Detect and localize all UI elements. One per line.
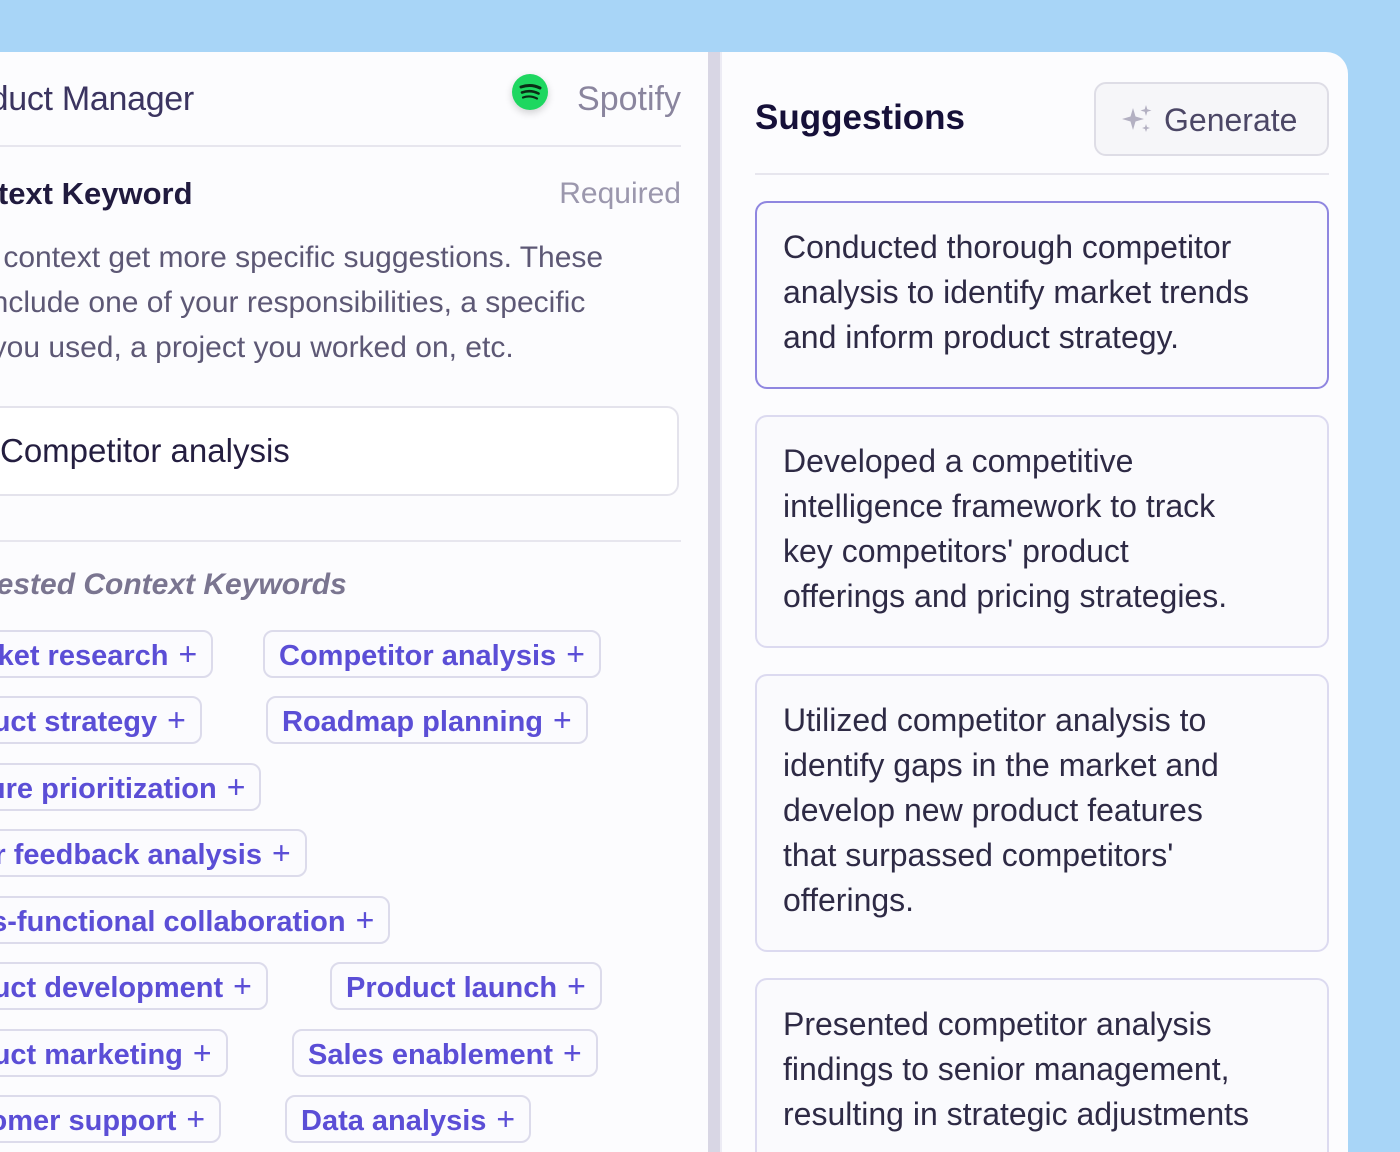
job-title: roduct Manager bbox=[0, 80, 194, 118]
keyword-chip[interactable]: ustomer support + bbox=[0, 1095, 222, 1143]
keyword-chip[interactable]: eature prioritization + bbox=[0, 763, 262, 811]
description-line: n include one of your responsibilities, … bbox=[0, 286, 586, 319]
keyword-chip-label: eature prioritization bbox=[0, 773, 217, 805]
suggestion-text-line: findings to senior management, bbox=[783, 1051, 1230, 1087]
context-keyword-label: ontext Keyword bbox=[0, 176, 193, 211]
generate-label: Generate bbox=[1164, 102, 1298, 138]
keyword-chip[interactable]: Jser feedback analysis + bbox=[0, 829, 307, 877]
suggestion-card[interactable]: Conducted thorough competitor analysis to… bbox=[755, 201, 1329, 389]
job-header: roduct Manager Spotify bbox=[0, 52, 681, 147]
plus-icon: + bbox=[192, 1035, 212, 1071]
suggestion-text-line: Developed a competitive bbox=[783, 443, 1134, 479]
context-panel: roduct Manager Spotify ontext Keyword Re… bbox=[0, 52, 681, 1152]
keyword-chip[interactable]: roduct development + bbox=[0, 962, 268, 1010]
company-name: Spotify bbox=[577, 80, 681, 118]
description-line: ter context get more specific suggestion… bbox=[0, 241, 604, 274]
resume-editor-card: roduct Manager Spotify ontext Keyword Re… bbox=[0, 52, 1348, 1152]
suggestion-text-line: identify gaps in the market and bbox=[783, 747, 1219, 783]
plus-icon: + bbox=[566, 636, 585, 672]
suggestions-panel: Suggestions Generate Conducted thorough … bbox=[722, 52, 1348, 1152]
suggestion-text-line: and inform product strategy. bbox=[783, 319, 1180, 355]
generate-button[interactable]: Generate bbox=[1094, 82, 1329, 156]
plus-icon: + bbox=[563, 1035, 582, 1071]
keyword-chip-label: Competitor analysis bbox=[279, 640, 557, 672]
suggestion-text-line: intelligence framework to track bbox=[783, 488, 1216, 524]
keyword-chip[interactable]: roduct marketing + bbox=[0, 1029, 228, 1077]
keyword-chip[interactable]: Competitor analysis + bbox=[263, 630, 601, 678]
suggestion-card[interactable]: Developed a competitive intelligence fram… bbox=[755, 415, 1329, 648]
plus-icon: + bbox=[496, 1101, 516, 1137]
keyword-chip[interactable]: Sales enablement + bbox=[292, 1029, 598, 1077]
keyword-chip-label: Sales enablement bbox=[308, 1039, 553, 1071]
suggestion-text-line: Conducted thorough competitor bbox=[783, 229, 1232, 265]
divider bbox=[0, 540, 681, 542]
sparkle-icon bbox=[1120, 103, 1154, 145]
keyword-chip[interactable]: Data analysis + bbox=[285, 1095, 532, 1143]
keyword-chip[interactable]: ross-functional collaboration + bbox=[0, 896, 391, 944]
keyword-chip-label: ustomer support bbox=[0, 1105, 177, 1137]
required-label: Required bbox=[559, 177, 681, 210]
plus-icon: + bbox=[233, 968, 252, 1004]
suggestion-text-line: key competitors' product bbox=[783, 533, 1129, 569]
divider bbox=[755, 173, 1329, 175]
context-description: ter context get more specific suggestion… bbox=[0, 235, 681, 370]
keyword-chip-label: roduct marketing bbox=[0, 1039, 183, 1071]
suggestion-text-line: offerings. bbox=[783, 882, 915, 918]
suggested-keywords-title: ggested Context Keywords bbox=[0, 568, 347, 601]
suggestion-text-line: offerings and pricing strategies. bbox=[783, 578, 1228, 614]
spotify-logo-icon bbox=[512, 74, 548, 110]
plus-icon: + bbox=[355, 902, 375, 938]
suggestion-card[interactable]: Presented competitor analysis findings to… bbox=[755, 978, 1329, 1152]
suggestion-text-line: resulting in strategic adjustments bbox=[783, 1096, 1249, 1132]
keyword-chip-label: Product launch bbox=[346, 972, 558, 1004]
plus-icon: + bbox=[186, 1101, 206, 1137]
keyword-chip-label: roduct development bbox=[0, 972, 224, 1004]
suggestion-text-line: Utilized competitor analysis to bbox=[783, 702, 1207, 738]
keyword-chip[interactable]: roduct strategy + bbox=[0, 696, 202, 744]
suggestion-card[interactable]: Utilized competitor analysis to identify … bbox=[755, 674, 1329, 952]
keyword-chip-label: roduct strategy bbox=[0, 706, 158, 738]
panel-splitter[interactable] bbox=[708, 52, 722, 1152]
keyword-chip-label: Roadmap planning bbox=[282, 706, 543, 738]
keyword-chip-label: Data analysis bbox=[301, 1105, 487, 1137]
suggestions-title: Suggestions bbox=[755, 98, 966, 137]
suggestion-text-line: develop new product features bbox=[783, 792, 1203, 828]
plus-icon: + bbox=[167, 702, 186, 738]
description-line: ol you used, a project you worked on, et… bbox=[0, 331, 514, 364]
keyword-chip[interactable]: Roadmap planning + bbox=[266, 696, 588, 744]
plus-icon: + bbox=[271, 835, 291, 871]
suggestion-text-line: analysis to identify market trends bbox=[783, 274, 1249, 310]
plus-icon: + bbox=[553, 702, 572, 738]
suggestion-text-line: that surpassed competitors' bbox=[783, 837, 1174, 873]
keyword-chip-label: ross-functional collaboration bbox=[0, 906, 346, 938]
keyword-chip[interactable]: Market research + bbox=[0, 630, 214, 678]
plus-icon: + bbox=[178, 636, 198, 672]
keyword-chip[interactable]: Product launch + bbox=[330, 962, 602, 1010]
keyword-chip-label: Jser feedback analysis bbox=[0, 839, 262, 871]
suggestion-text-line: Presented competitor analysis bbox=[783, 1006, 1212, 1042]
keyword-chip-label: Market research bbox=[0, 640, 169, 672]
context-keyword-input[interactable] bbox=[0, 406, 679, 496]
plus-icon: + bbox=[567, 968, 586, 1004]
plus-icon: + bbox=[226, 769, 246, 805]
